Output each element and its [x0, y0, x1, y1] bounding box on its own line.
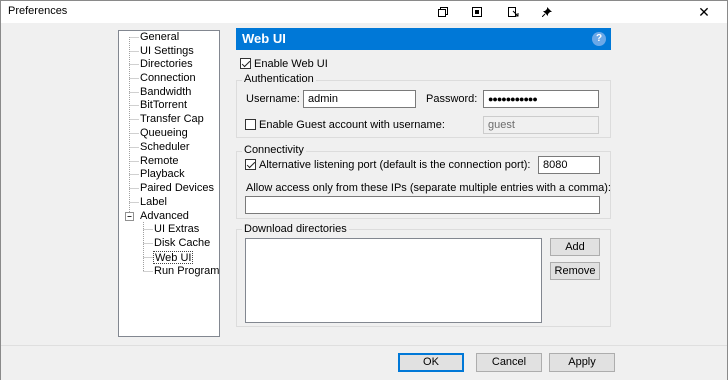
alt-port-checkbox[interactable] [245, 159, 256, 170]
guest-username-input[interactable]: guest [483, 116, 599, 134]
alt-port-input[interactable]: 8080 [538, 156, 600, 174]
page-header: Web UI ? [236, 28, 611, 50]
pin-icon[interactable] [539, 4, 555, 20]
title-bar[interactable]: Preferences ✕ [1, 1, 727, 23]
tree-item-directories[interactable]: Directories [139, 58, 194, 71]
window-title: Preferences [8, 5, 68, 17]
tree-item-transfer-cap[interactable]: Transfer Cap [139, 113, 205, 126]
guest-account-label[interactable]: Enable Guest account with username: [259, 119, 445, 131]
alt-port-label[interactable]: Alternative listening port (default is t… [259, 159, 530, 171]
close-icon[interactable]: ✕ [681, 1, 727, 23]
tree-item-general[interactable]: General [139, 31, 180, 44]
restore-icon[interactable] [435, 4, 451, 20]
pin-window-icon[interactable] [505, 4, 521, 20]
apply-button[interactable]: Apply [549, 353, 615, 372]
username-input[interactable]: admin [303, 90, 416, 108]
download-directories-list[interactable] [245, 238, 542, 323]
tree-item-web-ui[interactable]: Web UI [153, 251, 194, 264]
tree-item-paired-devices[interactable]: Paired Devices [139, 182, 215, 195]
guest-account-checkbox[interactable] [245, 119, 256, 130]
tree-item-playback[interactable]: Playback [139, 168, 186, 181]
page-title: Web UI [242, 31, 286, 46]
tree-item-ui-extras[interactable]: UI Extras [153, 223, 200, 236]
help-icon[interactable]: ? [592, 32, 606, 46]
tree-item-advanced[interactable]: Advanced [139, 210, 190, 223]
tree-item-run-program[interactable]: Run Program [153, 265, 220, 278]
preferences-window: Preferences ✕ General UI Settings Direct… [0, 0, 728, 380]
tree-item-queueing[interactable]: Queueing [139, 127, 189, 140]
tree-item-disk-cache[interactable]: Disk Cache [153, 237, 211, 250]
tree-item-remote[interactable]: Remote [139, 155, 180, 168]
enable-web-ui-checkbox[interactable] [240, 58, 251, 69]
maximize-icon[interactable] [469, 4, 485, 20]
allow-ips-label: Allow access only from these IPs (separa… [246, 182, 611, 194]
download-directories-group-label: Download directories [242, 223, 349, 235]
connectivity-group-label: Connectivity [242, 144, 306, 156]
tree-item-label[interactable]: Label [139, 196, 168, 209]
tree-item-scheduler[interactable]: Scheduler [139, 141, 191, 154]
ok-button[interactable]: OK [398, 353, 464, 372]
enable-web-ui-label[interactable]: Enable Web UI [254, 58, 328, 70]
add-button[interactable]: Add [550, 238, 600, 256]
tree-item-connection[interactable]: Connection [139, 72, 197, 85]
preferences-tree[interactable]: General UI Settings Directories Connecti… [118, 30, 220, 337]
password-label: Password: [426, 93, 478, 105]
tree-item-ui-settings[interactable]: UI Settings [139, 45, 195, 58]
dialog-footer: OK Cancel Apply [1, 345, 727, 380]
authentication-group-label: Authentication [242, 73, 316, 85]
username-label: Username: [246, 93, 300, 105]
cancel-button[interactable]: Cancel [476, 353, 542, 372]
allow-ips-input[interactable] [245, 196, 600, 214]
tree-item-bittorrent[interactable]: BitTorrent [139, 99, 188, 112]
tree-item-bandwidth[interactable]: Bandwidth [139, 86, 192, 99]
remove-button[interactable]: Remove [550, 262, 600, 280]
password-input[interactable]: ●●●●●●●●●●● [483, 90, 599, 108]
